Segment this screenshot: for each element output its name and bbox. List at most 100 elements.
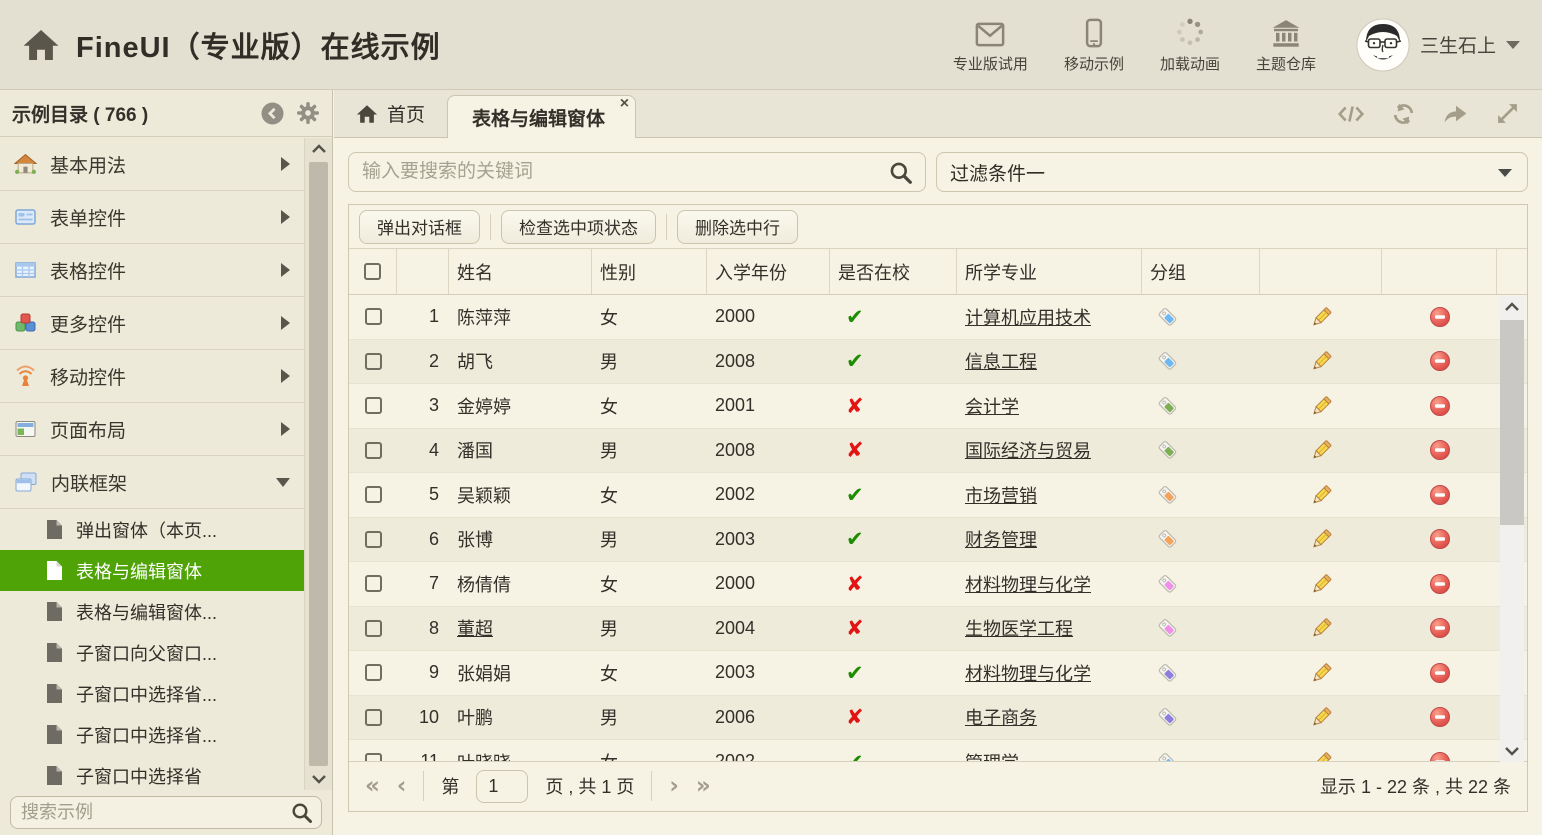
sidebar-group-basic-usage[interactable]: 基本用法 [0, 138, 304, 191]
row-checkbox[interactable] [365, 620, 382, 637]
tag-icon[interactable] [1156, 705, 1180, 729]
major-link[interactable]: 会计学 [965, 393, 1019, 419]
delete-rows-button[interactable]: 删除选中行 [677, 210, 798, 244]
edit-icon[interactable] [1309, 661, 1333, 685]
tag-icon[interactable] [1156, 750, 1180, 761]
major-link[interactable]: 市场营销 [965, 482, 1037, 508]
sidebar-item-3[interactable]: 子窗口向父窗口... [0, 632, 304, 673]
close-icon[interactable]: × [620, 96, 629, 112]
delete-icon[interactable] [1428, 394, 1452, 418]
sidebar-item-1[interactable]: 表格与编辑窗体 [0, 550, 304, 591]
row-checkbox[interactable] [365, 486, 382, 503]
row-checkbox[interactable] [365, 442, 382, 459]
tag-icon[interactable] [1156, 572, 1180, 596]
sidebar-search-input[interactable] [11, 797, 321, 828]
user-menu[interactable]: 三生石上 [1356, 18, 1520, 72]
tag-icon[interactable] [1156, 616, 1180, 640]
page-number-input[interactable] [476, 770, 528, 803]
sidebar-scrollbar[interactable] [304, 138, 332, 790]
row-checkbox[interactable] [365, 575, 382, 592]
tag-icon[interactable] [1156, 661, 1180, 685]
edit-icon[interactable] [1309, 394, 1333, 418]
header-action-pro-trial[interactable]: 专业版试用 [953, 16, 1028, 74]
edit-icon[interactable] [1309, 750, 1333, 761]
scrollbar-thumb[interactable] [1500, 320, 1524, 525]
last-page-icon[interactable]: » [696, 773, 711, 799]
edit-icon[interactable] [1309, 349, 1333, 373]
row-checkbox[interactable] [365, 397, 382, 414]
scrollbar-thumb[interactable] [309, 162, 328, 766]
major-link[interactable]: 国际经济与贸易 [965, 437, 1091, 463]
header-action-loading-animation[interactable]: 加载动画 [1160, 16, 1220, 74]
scroll-up-icon[interactable] [311, 144, 327, 154]
delete-icon[interactable] [1428, 616, 1452, 640]
search-icon[interactable] [291, 802, 313, 824]
header-action-mobile-demo[interactable]: 移动示例 [1064, 16, 1124, 74]
tag-icon[interactable] [1156, 394, 1180, 418]
share-icon[interactable] [1442, 102, 1469, 125]
tag-icon[interactable] [1156, 349, 1180, 373]
header-action-theme-repo[interactable]: 主题仓库 [1256, 16, 1316, 74]
sidebar-group-mobile-controls[interactable]: 移动控件 [0, 350, 304, 403]
edit-icon[interactable] [1309, 616, 1333, 640]
major-link[interactable]: 计算机应用技术 [965, 304, 1091, 330]
delete-icon[interactable] [1428, 661, 1452, 685]
select-all-checkbox[interactable] [364, 263, 381, 280]
row-checkbox[interactable] [365, 531, 382, 548]
delete-icon[interactable] [1428, 527, 1452, 551]
delete-icon[interactable] [1428, 705, 1452, 729]
tag-icon[interactable] [1156, 527, 1180, 551]
scroll-down-icon[interactable] [1504, 746, 1520, 756]
delete-icon[interactable] [1428, 483, 1452, 507]
first-page-icon[interactable]: « [365, 773, 380, 799]
edit-icon[interactable] [1309, 483, 1333, 507]
sidebar-item-6[interactable]: 子窗口中选择省 [0, 755, 304, 790]
code-icon[interactable] [1337, 102, 1365, 126]
sidebar-group-grid-controls[interactable]: 表格控件 [0, 244, 304, 297]
delete-icon[interactable] [1428, 572, 1452, 596]
delete-icon[interactable] [1428, 305, 1452, 329]
row-checkbox[interactable] [365, 308, 382, 325]
scroll-up-icon[interactable] [1504, 302, 1520, 312]
collapse-sidebar-icon[interactable] [261, 102, 284, 125]
row-checkbox[interactable] [365, 709, 382, 726]
expand-icon[interactable] [1495, 101, 1520, 126]
keyword-search-input[interactable] [349, 153, 925, 191]
edit-icon[interactable] [1309, 305, 1333, 329]
tag-icon[interactable] [1156, 305, 1180, 329]
tag-icon[interactable] [1156, 438, 1180, 462]
sidebar-group-inline-frame[interactable]: 内联框架 [0, 456, 304, 509]
delete-icon[interactable] [1428, 438, 1452, 462]
major-link[interactable]: 管理学 [965, 749, 1019, 761]
scroll-down-icon[interactable] [311, 774, 327, 784]
row-checkbox[interactable] [365, 753, 382, 761]
sidebar-group-page-layout[interactable]: 页面布局 [0, 403, 304, 456]
refresh-icon[interactable] [1391, 102, 1416, 126]
major-link[interactable]: 材料物理与化学 [965, 660, 1091, 686]
delete-icon[interactable] [1428, 750, 1452, 761]
sidebar-item-2[interactable]: 表格与编辑窗体... [0, 591, 304, 632]
sidebar-item-0[interactable]: 弹出窗体（本页... [0, 509, 304, 550]
edit-icon[interactable] [1309, 527, 1333, 551]
prev-page-icon[interactable]: ‹ [397, 773, 406, 799]
tag-icon[interactable] [1156, 483, 1180, 507]
filter-dropdown[interactable]: 过滤条件一 [936, 152, 1528, 192]
edit-icon[interactable] [1309, 705, 1333, 729]
sidebar-group-more-controls[interactable]: 更多控件 [0, 297, 304, 350]
major-link[interactable]: 信息工程 [965, 348, 1037, 374]
open-dialog-button[interactable]: 弹出对话框 [359, 210, 480, 244]
gear-icon[interactable] [296, 101, 320, 125]
grid-scrollbar[interactable] [1500, 296, 1524, 762]
row-checkbox[interactable] [365, 664, 382, 681]
edit-icon[interactable] [1309, 438, 1333, 462]
major-link[interactable]: 生物医学工程 [965, 615, 1073, 641]
tab-grid-edit-window[interactable]: 表格与编辑窗体 × [447, 95, 636, 138]
row-checkbox[interactable] [365, 353, 382, 370]
check-selection-button[interactable]: 检查选中项状态 [501, 210, 656, 244]
edit-icon[interactable] [1309, 572, 1333, 596]
tab-home[interactable]: 首页 [334, 90, 447, 137]
delete-icon[interactable] [1428, 349, 1452, 373]
next-page-icon[interactable]: › [669, 773, 678, 799]
sidebar-item-4[interactable]: 子窗口中选择省... [0, 673, 304, 714]
sidebar-item-5[interactable]: 子窗口中选择省... [0, 714, 304, 755]
